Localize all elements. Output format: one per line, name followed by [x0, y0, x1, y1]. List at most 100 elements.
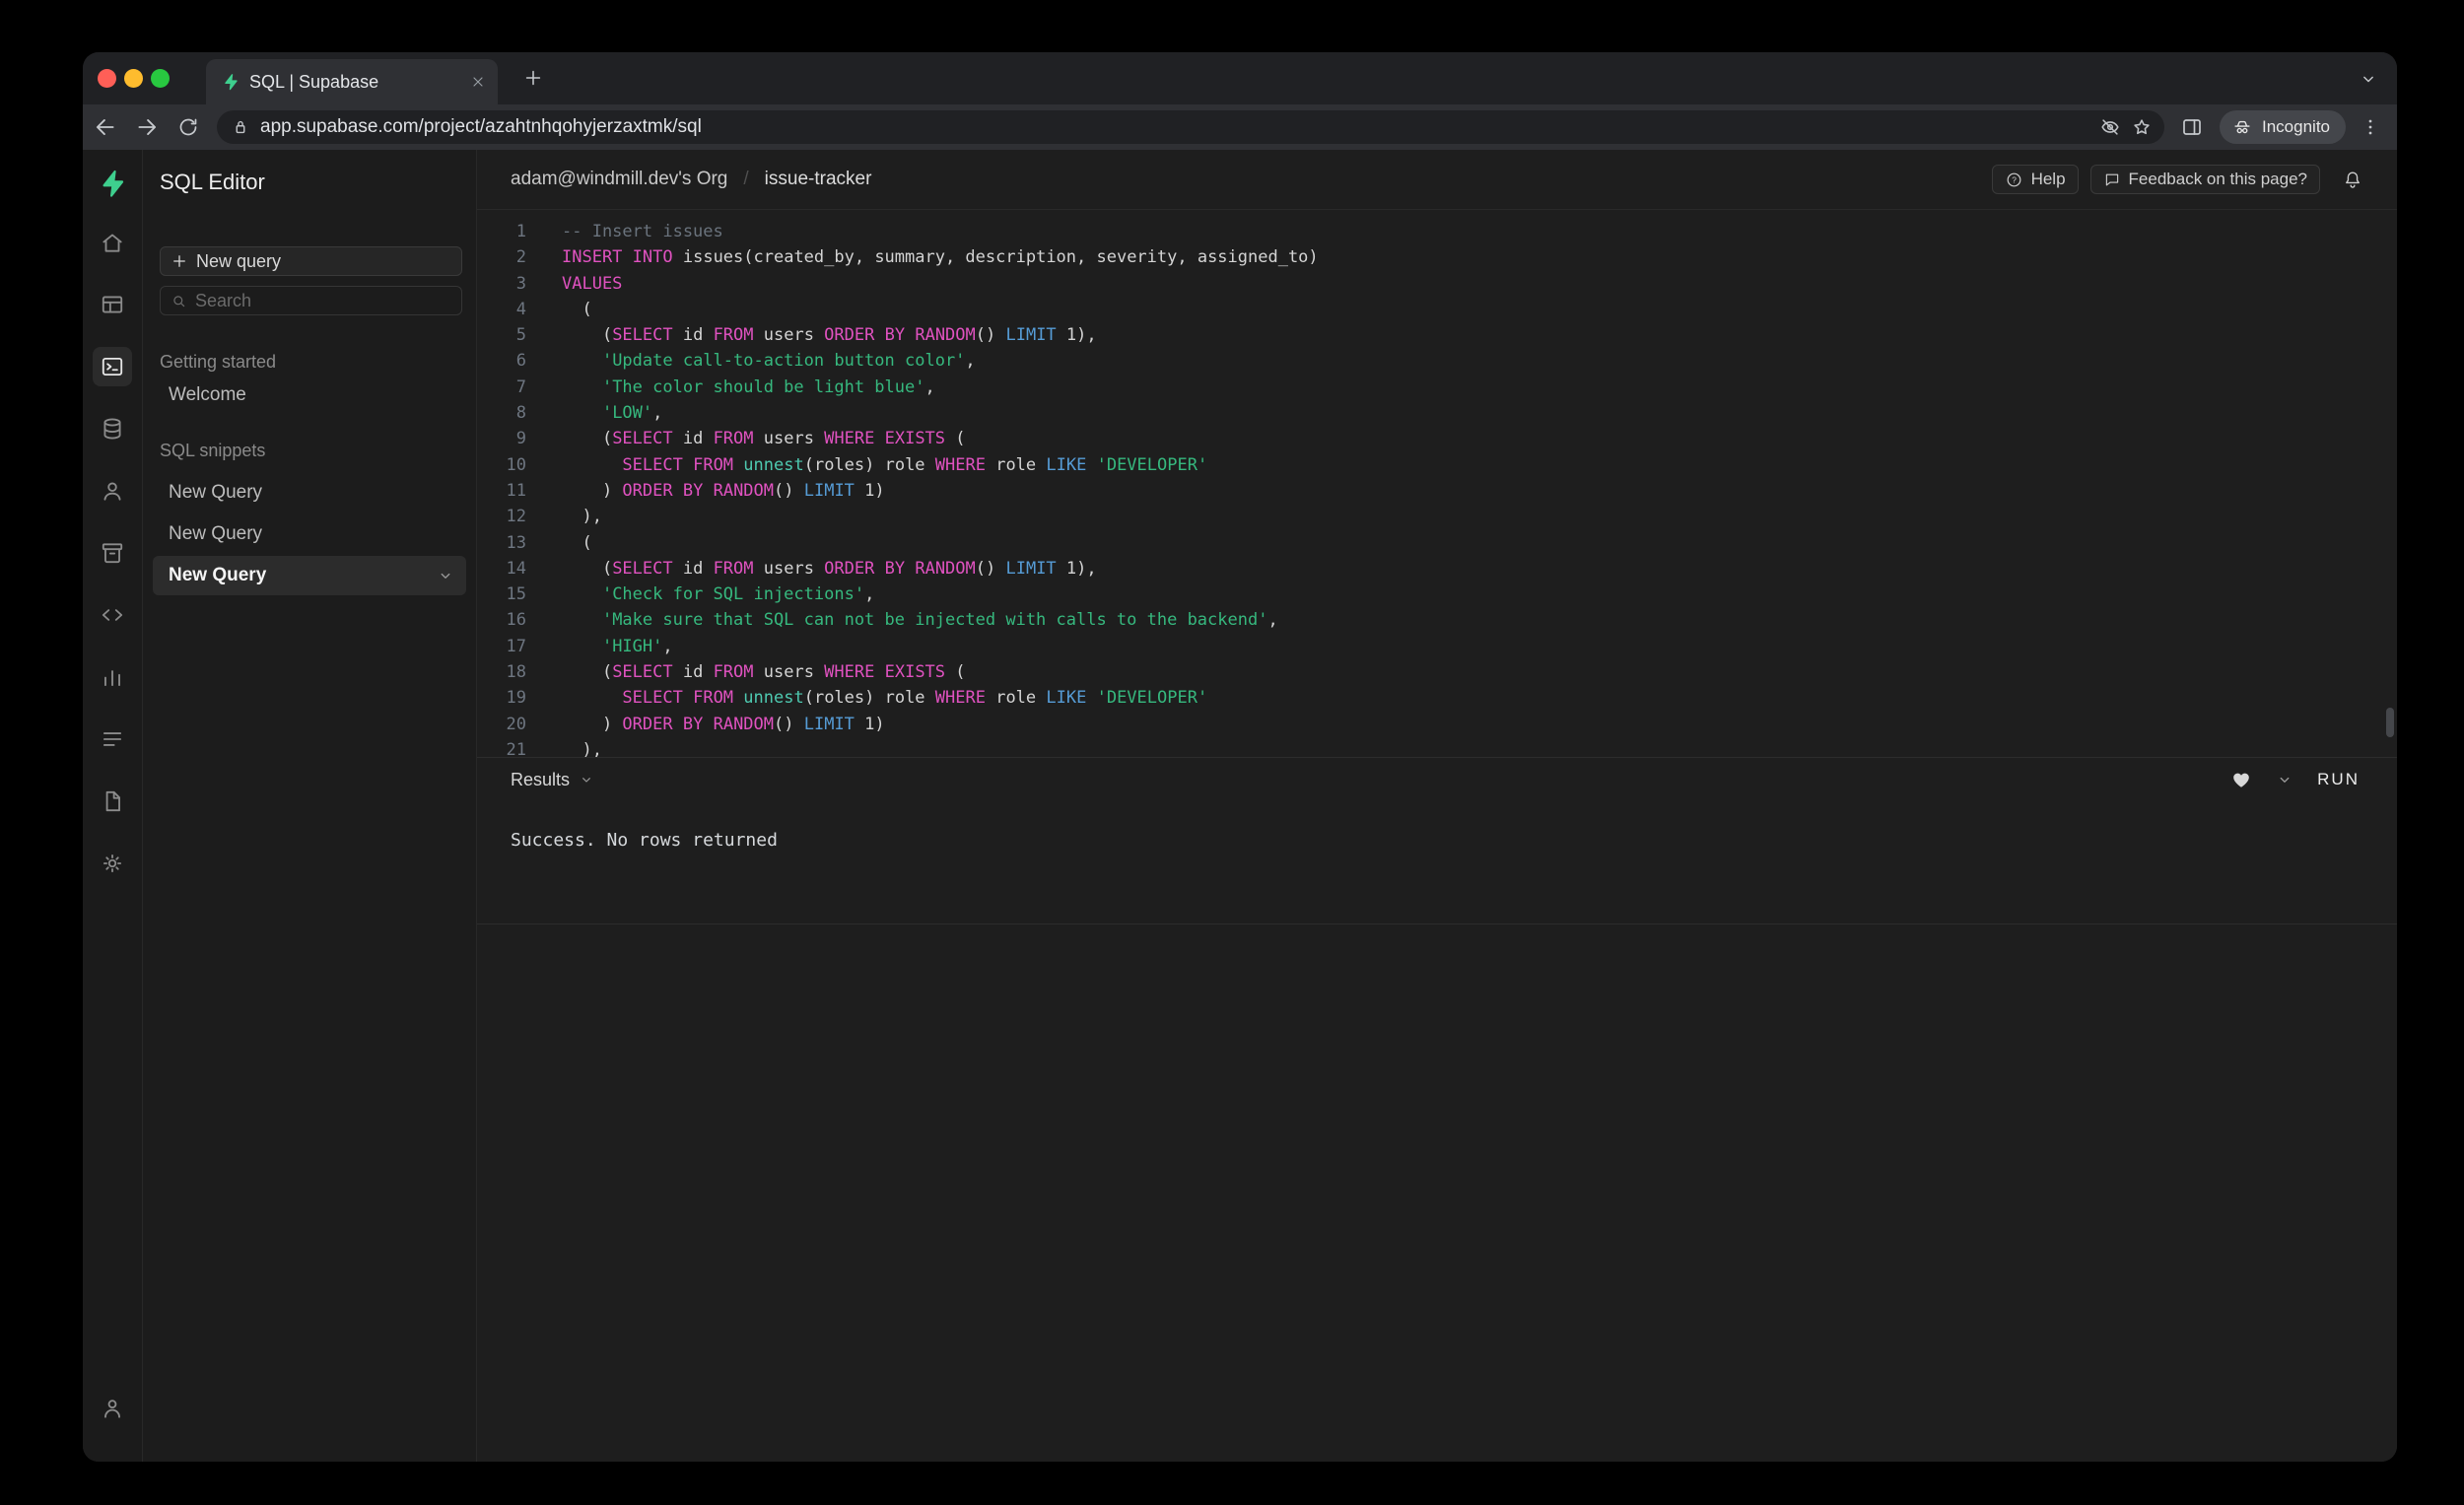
code-text: (SELECT id FROM users ORDER BY RANDOM() … — [562, 558, 1097, 579]
code-line[interactable]: 6 'Update call-to-action button color', — [477, 348, 2397, 374]
getting-started-list: Welcome — [153, 380, 466, 410]
back-button[interactable] — [85, 106, 126, 148]
code-line[interactable]: 7 'The color should be light blue', — [477, 375, 2397, 400]
code-line[interactable]: 2 INSERT INTO issues(created_by, summary,… — [477, 244, 2397, 270]
sidebar-item-welcome[interactable]: Welcome — [153, 380, 466, 410]
search-input[interactable] — [195, 290, 451, 311]
sidebar-item-new-query-2[interactable]: New Query — [153, 514, 466, 554]
side-panel-button[interactable] — [2172, 107, 2212, 147]
code-line[interactable]: 8 'LOW', — [477, 400, 2397, 426]
sidebar-item-new-query-3-selected[interactable]: New Query — [153, 556, 466, 595]
results-output: Success. No rows returned — [477, 802, 2397, 924]
code-line[interactable]: 15 'Check for SQL injections', — [477, 581, 2397, 607]
window-controls — [98, 69, 170, 88]
code-text: SELECT FROM unnest(roles) role WHERE rol… — [622, 454, 1208, 475]
line-number: 8 — [515, 403, 526, 424]
snippet-search[interactable] — [160, 286, 462, 315]
svg-text:?: ? — [2012, 174, 2017, 184]
new-tab-button[interactable] — [517, 62, 549, 94]
window-minimize-button[interactable] — [124, 69, 143, 88]
browser-tab-strip: SQL | Supabase — [83, 52, 2397, 104]
section-label-sql-snippets: SQL snippets — [160, 441, 266, 460]
code-text: 'HIGH', — [601, 636, 673, 656]
bookmark-star-icon[interactable] — [2131, 116, 2153, 138]
code-line[interactable]: 4 ( — [477, 297, 2397, 322]
window-close-button[interactable] — [98, 69, 116, 88]
code-line[interactable]: 13 ( — [477, 530, 2397, 556]
favorite-button[interactable] — [2230, 769, 2252, 790]
editor-scrollbar[interactable] — [2386, 708, 2394, 737]
code-brackets-icon — [102, 609, 123, 621]
code-line[interactable]: 9 (SELECT id FROM users WHERE EXISTS ( — [477, 426, 2397, 451]
code-line[interactable]: 17 'HIGH', — [477, 634, 2397, 659]
nav-storage-button[interactable] — [93, 533, 132, 573]
code-text: ) ORDER BY RANDOM() LIMIT 1) — [562, 480, 885, 501]
nav-home-button[interactable] — [93, 223, 132, 262]
code-line[interactable]: 16 'Make sure that SQL can not be inject… — [477, 607, 2397, 633]
code-line[interactable]: 21 ), — [477, 737, 2397, 757]
sidebar-item-label: New Query — [169, 482, 263, 503]
code-line[interactable]: 10 SELECT FROM unnest(roles) role WHERE … — [477, 452, 2397, 478]
code-text: ) ORDER BY RANDOM() LIMIT 1) — [562, 714, 885, 734]
nav-functions-button[interactable] — [93, 595, 132, 635]
tab-close-icon[interactable] — [470, 74, 486, 90]
help-button[interactable]: ? Help — [1991, 165, 2079, 194]
run-button[interactable]: RUN — [2317, 770, 2360, 789]
nav-database-button[interactable] — [93, 409, 132, 448]
line-number: 20 — [506, 714, 526, 734]
line-number: 2 — [515, 247, 526, 268]
supabase-logo-icon[interactable] — [93, 164, 132, 203]
nav-api-docs-button[interactable] — [93, 782, 132, 821]
nav-logs-button[interactable] — [93, 719, 132, 759]
results-actions: RUN — [2230, 769, 2360, 790]
incognito-badge[interactable]: Incognito — [2220, 110, 2346, 144]
breadcrumb-project[interactable]: issue-tracker — [765, 169, 872, 190]
user-avatar-icon — [104, 1400, 120, 1418]
nav-sql-editor-button[interactable] — [93, 347, 132, 386]
code-line[interactable]: 18 (SELECT id FROM users WHERE EXISTS ( — [477, 659, 2397, 685]
nav-auth-button[interactable] — [93, 471, 132, 511]
code-text: -- Insert issues — [562, 222, 723, 241]
sql-code-editor[interactable]: 1 -- Insert issues 2 INSERT INTO issues(cre… — [477, 210, 2397, 757]
plus-icon — [173, 255, 185, 267]
code-line[interactable]: 11 ) ORDER BY RANDOM() LIMIT 1) — [477, 478, 2397, 504]
url-text[interactable]: app.supabase.com/project/azahtnhqohyjerz… — [260, 116, 2089, 138]
code-text: (SELECT id FROM users WHERE EXISTS ( — [562, 662, 966, 683]
notifications-button[interactable] — [2342, 169, 2363, 190]
code-text: INSERT INTO issues(created_by, summary, … — [562, 247, 1319, 268]
feedback-button[interactable]: Feedback on this page? — [2089, 165, 2320, 194]
code-line[interactable]: 3 VALUES — [477, 271, 2397, 297]
address-bar[interactable]: app.supabase.com/project/azahtnhqohyjerz… — [217, 110, 2164, 144]
window-zoom-button[interactable] — [151, 69, 170, 88]
code-line[interactable]: 5 (SELECT id FROM users ORDER BY RANDOM(… — [477, 322, 2397, 348]
line-number: 6 — [515, 351, 526, 372]
nav-settings-button[interactable] — [93, 844, 132, 883]
tab-search-button[interactable] — [2356, 66, 2381, 92]
new-query-button[interactable]: New query — [160, 246, 462, 276]
browser-tab[interactable]: SQL | Supabase — [206, 59, 498, 104]
code-text: ), — [562, 507, 602, 527]
code-line[interactable]: 12 ), — [477, 504, 2397, 529]
code-text: ( — [562, 532, 592, 553]
sidebar-item-new-query-1[interactable]: New Query — [153, 473, 466, 513]
code-line[interactable]: 1 -- Insert issues — [477, 219, 2397, 244]
nav-reports-button[interactable] — [93, 657, 132, 697]
results-label: Results — [511, 769, 571, 789]
reload-button[interactable] — [168, 106, 209, 148]
nav-table-editor-button[interactable] — [93, 285, 132, 324]
eye-off-icon[interactable] — [2099, 116, 2121, 138]
breadcrumb-org[interactable]: adam@windmill.dev's Org — [511, 169, 727, 190]
forward-button[interactable] — [126, 106, 168, 148]
run-options-button[interactable] — [2276, 771, 2293, 788]
code-line[interactable]: 19 SELECT FROM unnest(roles) role WHERE … — [477, 685, 2397, 711]
results-dropdown[interactable]: Results — [511, 770, 594, 790]
sidebar-item-label: New Query — [169, 565, 267, 585]
code-line[interactable]: 20 ) ORDER BY RANDOM() LIMIT 1) — [477, 712, 2397, 737]
chevron-down-icon[interactable] — [437, 567, 454, 584]
line-number: 4 — [515, 299, 526, 319]
browser-menu-button[interactable] — [2354, 107, 2387, 147]
lock-icon — [231, 117, 250, 137]
code-line[interactable]: 14 (SELECT id FROM users ORDER BY RANDOM… — [477, 556, 2397, 581]
account-button[interactable] — [93, 1389, 132, 1428]
line-number: 11 — [506, 480, 526, 501]
